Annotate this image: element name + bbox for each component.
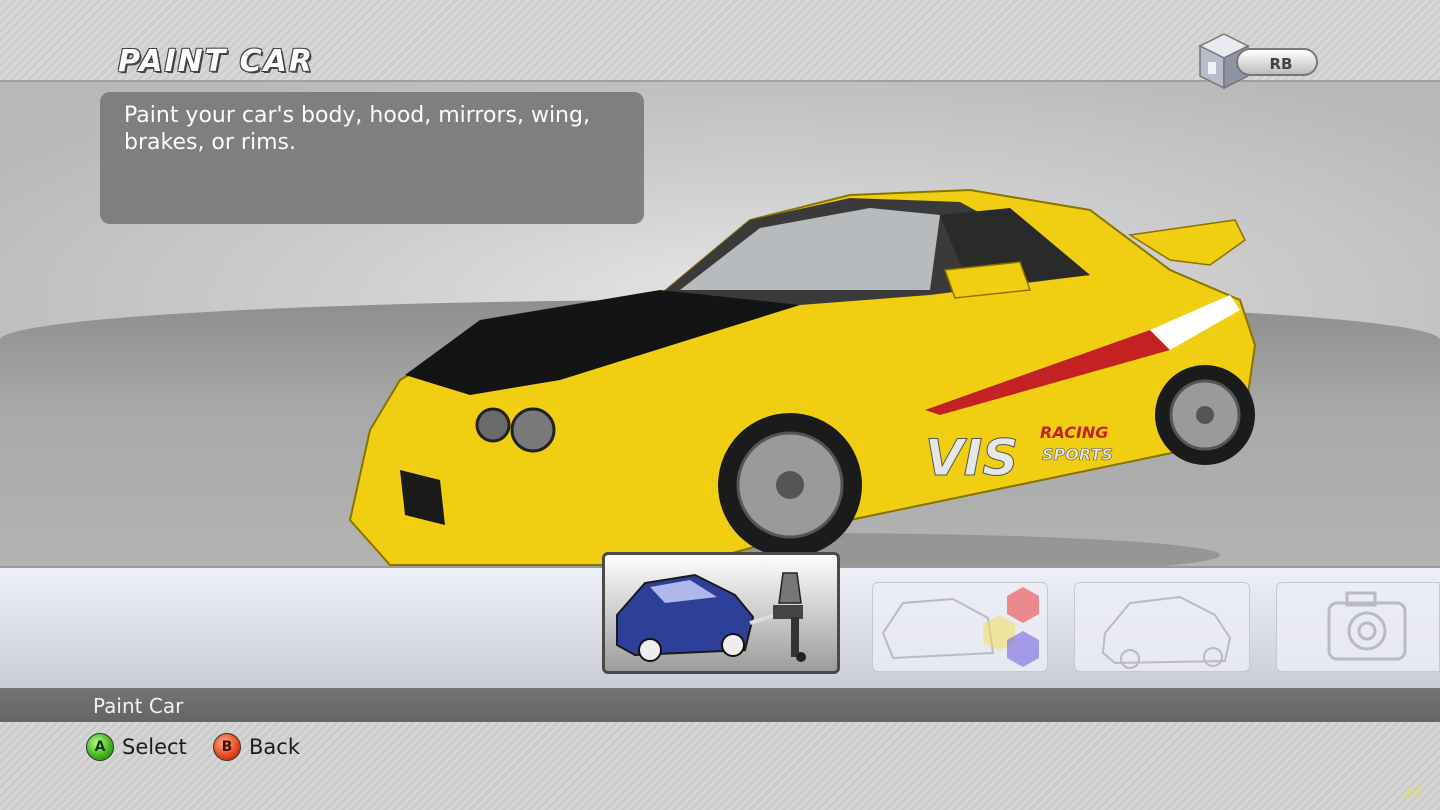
car-view-icon — [1101, 595, 1232, 669]
svg-text:VIS: VIS — [925, 429, 1018, 487]
selection-label-bar — [0, 688, 1440, 722]
rb-label: RB — [1236, 48, 1318, 76]
back-label: Back — [249, 735, 300, 759]
svg-text:RACING: RACING — [1040, 423, 1108, 442]
carousel-item-vinyls[interactable] — [872, 582, 1048, 672]
rb-shoulder-button[interactable]: RB — [1198, 32, 1322, 90]
camera-icon — [1327, 591, 1407, 661]
selected-item-label: Paint Car — [93, 694, 184, 718]
carousel-item-paint-car[interactable] — [602, 552, 840, 674]
a-button-icon: A — [86, 733, 114, 761]
car-preview: VIS RACING SPORTS — [348, 188, 1257, 577]
select-button-prompt[interactable]: A Select — [86, 733, 187, 761]
carousel-item-car-view[interactable] — [1074, 582, 1250, 672]
watermark: XT — [1404, 786, 1423, 801]
b-button-icon: B — [213, 733, 241, 761]
vinyl-color-hexagons-icon — [881, 587, 1039, 667]
select-label: Select — [122, 735, 187, 759]
svg-text:SPORTS: SPORTS — [1042, 445, 1113, 464]
paint-spray-gun-icon — [616, 572, 806, 662]
carousel-item-photo-mode[interactable] — [1276, 582, 1440, 672]
back-button-prompt[interactable]: B Back — [213, 733, 300, 761]
page-title: PAINT CAR — [118, 44, 314, 79]
